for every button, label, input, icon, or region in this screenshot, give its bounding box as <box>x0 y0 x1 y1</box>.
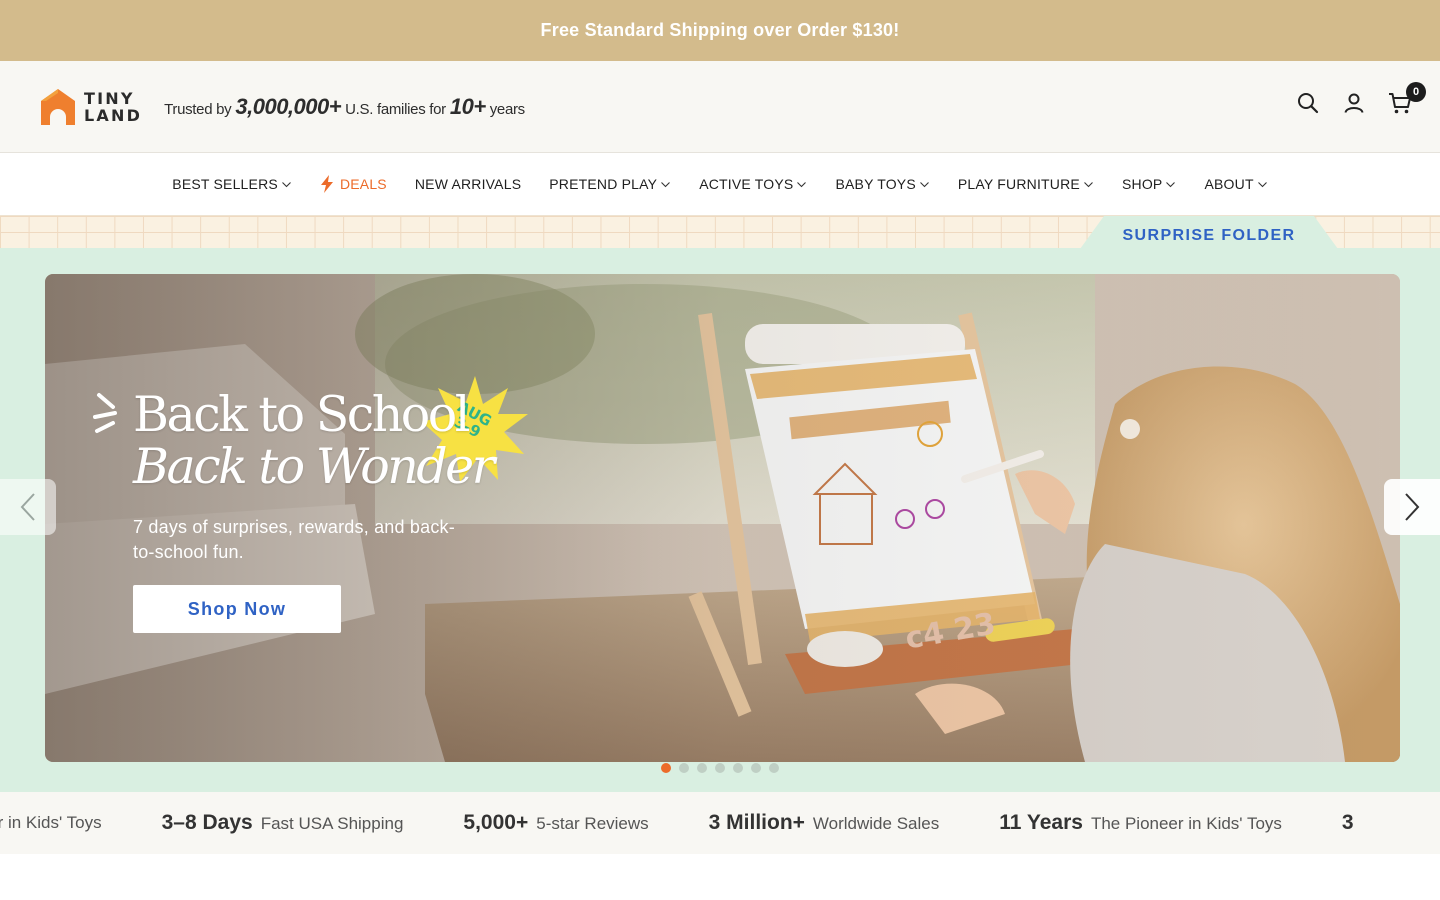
chevron-down-icon <box>661 181 671 187</box>
header-icons: 0 <box>1296 82 1426 115</box>
stat-number: 3 Million+ <box>708 811 805 834</box>
stat-number: 5,000+ <box>463 811 529 834</box>
stat-label: 5-star Reviews <box>536 814 649 833</box>
cart-icon[interactable]: 0 <box>1388 82 1426 115</box>
chevron-down-icon <box>797 181 807 187</box>
slide-dots <box>661 763 779 773</box>
stat-item: 11 Years The Pioneer in Kids' Toys <box>999 811 1282 835</box>
nav-new-arrivals[interactable]: NEW ARRIVALS <box>415 176 521 192</box>
cart-count-badge: 0 <box>1406 82 1426 102</box>
nav-pretend-play[interactable]: PRETEND PLAY <box>549 176 671 192</box>
announcement-bar: Free Standard Shipping over Order $130! <box>0 0 1440 61</box>
trusted-prefix: Trusted by <box>164 100 232 118</box>
stat-number: 3–8 Days <box>161 811 253 834</box>
account-icon[interactable] <box>1342 91 1366 115</box>
logo-line-1: TINY <box>84 88 135 108</box>
surprise-folder-tab[interactable]: SURPRISE FOLDER <box>1080 216 1338 249</box>
stat-number: 3 <box>1341 811 1354 834</box>
nav-label: PLAY FURNITURE <box>957 176 1080 192</box>
stat-item: 3–8 Days Fast USA Shipping <box>162 811 404 835</box>
slide-dot-3[interactable] <box>697 763 707 773</box>
chevron-left-icon <box>20 493 35 521</box>
trusted-tagline: Trusted by 3,000,000+ U.S. families for … <box>164 94 525 120</box>
nav-about[interactable]: ABOUT <box>1204 176 1267 192</box>
trusted-years: 10+ <box>449 93 486 119</box>
stat-label: Fast USA Shipping <box>260 814 404 833</box>
slide-dot-7[interactable] <box>769 763 779 773</box>
stat-item: 3 Million+ Worldwide Sales <box>709 811 940 835</box>
trusted-middle: U.S. families for <box>345 100 446 118</box>
logo-house-icon <box>40 87 76 127</box>
hero-slide[interactable]: c4 23 AUG 3-9 <box>45 274 1400 762</box>
chevron-down-icon <box>920 181 929 187</box>
nav-label: SHOP <box>1121 176 1163 192</box>
stat-number: 11 Years <box>999 811 1083 834</box>
nav-label: ACTIVE TOYS <box>699 176 794 192</box>
nav-label: ABOUT <box>1204 176 1254 192</box>
stats-marquee: ioneer in Kids' Toys 3–8 Days Fast USA S… <box>0 792 1440 854</box>
nav-baby-toys[interactable]: BABY TOYS <box>835 176 929 192</box>
announcement-text: Free Standard Shipping over Order $130! <box>540 20 900 40</box>
chevron-down-icon <box>1257 181 1267 187</box>
slide-dot-4[interactable] <box>715 763 725 773</box>
chevron-down-icon <box>282 181 291 187</box>
nav-active-toys[interactable]: ACTIVE TOYS <box>699 176 807 192</box>
slide-dot-1[interactable] <box>661 763 671 773</box>
hero-headline-2: Back to Wonder <box>133 438 495 495</box>
nav-label: BABY TOYS <box>835 176 916 192</box>
logo-text: TINY LAND <box>84 90 142 124</box>
next-slide-button[interactable] <box>1384 479 1440 535</box>
slide-dot-6[interactable] <box>751 763 761 773</box>
nav-best-sellers[interactable]: BEST SELLERS <box>172 176 292 192</box>
search-icon[interactable] <box>1296 91 1320 115</box>
nav-label: NEW ARRIVALS <box>414 176 522 192</box>
nav-shop[interactable]: SHOP <box>1122 176 1176 192</box>
hero-section: c4 23 AUG 3-9 <box>0 248 1440 792</box>
trusted-count: 3,000,000+ <box>235 93 342 119</box>
surprise-folder-label: SURPRISE FOLDER <box>1122 226 1296 244</box>
stat-item: 5,000+ 5-star Reviews <box>463 811 648 835</box>
lightning-icon <box>320 175 333 193</box>
slide-dot-2[interactable] <box>679 763 689 773</box>
nav-deals[interactable]: DEALS <box>320 175 387 193</box>
slide-dot-5[interactable] <box>733 763 743 773</box>
grid-strip: SURPRISE FOLDER <box>0 215 1440 249</box>
nav-label: DEALS <box>339 176 387 192</box>
prev-slide-button[interactable] <box>0 479 56 535</box>
trusted-suffix: years <box>489 100 525 118</box>
stat-label: ioneer in Kids' Toys <box>0 813 102 832</box>
logo[interactable]: TINY LAND <box>40 87 142 127</box>
nav-play-furniture[interactable]: PLAY FURNITURE <box>958 176 1094 192</box>
sparkle-icon <box>93 393 117 433</box>
logo-line-2: LAND <box>84 105 143 125</box>
hero-copy: Back to School Back to Wonder 7 days of … <box>133 386 495 633</box>
stat-label: Worldwide Sales <box>812 814 940 833</box>
hero-subcopy: 7 days of surprises, rewards, and back-t… <box>133 517 455 562</box>
chevron-down-icon <box>1084 181 1093 187</box>
stat-item: 3 <box>1342 811 1362 835</box>
shop-now-button[interactable]: Shop Now <box>133 585 341 633</box>
stats-track: ioneer in Kids' Toys 3–8 Days Fast USA S… <box>0 792 1422 854</box>
site-header: TINY LAND Trusted by 3,000,000+ U.S. fam… <box>0 61 1440 153</box>
hero-headline-1: Back to School <box>133 386 470 443</box>
main-nav: BEST SELLERS DEALS NEW ARRIVALS PRETEND … <box>0 153 1440 215</box>
chevron-down-icon <box>1166 181 1176 187</box>
chevron-right-icon <box>1405 493 1420 521</box>
stat-label: The Pioneer in Kids' Toys <box>1090 814 1282 833</box>
nav-label: PRETEND PLAY <box>549 176 658 192</box>
stat-item: ioneer in Kids' Toys <box>0 813 102 833</box>
nav-label: BEST SELLERS <box>172 176 278 192</box>
